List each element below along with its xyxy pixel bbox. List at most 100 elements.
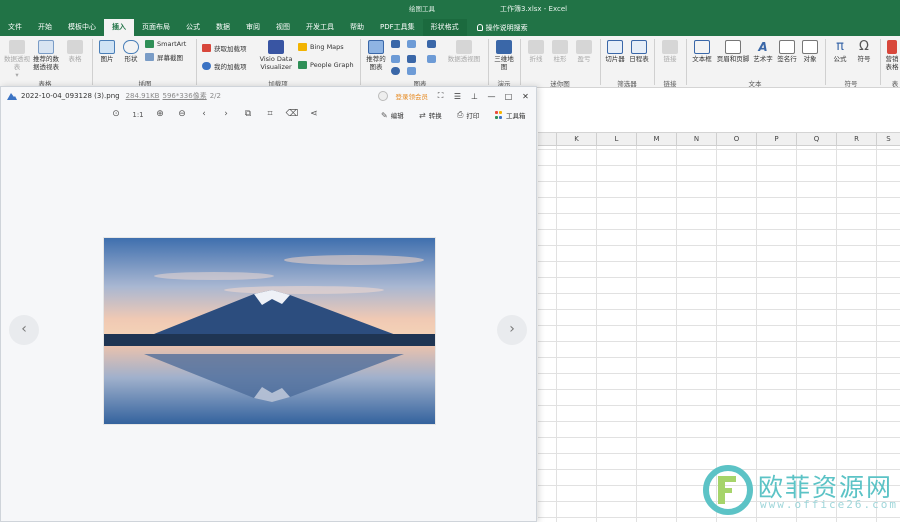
my-addins-button[interactable]: 我的加载项 <box>202 61 247 71</box>
rotate-right-icon[interactable]: › <box>219 109 233 119</box>
cloud <box>154 272 274 280</box>
statistic-chart-button[interactable] <box>404 55 418 64</box>
maximize-icon[interactable]: □ <box>504 92 513 101</box>
people-graph-button[interactable]: People Graph <box>298 61 354 69</box>
fullscreen-icon[interactable]: ⛶ <box>436 91 445 101</box>
delete-icon[interactable]: ⌫ <box>285 109 299 119</box>
column-header-q[interactable]: Q <box>796 133 836 146</box>
symbol-button[interactable]: Ω 符号 <box>854 40 874 64</box>
smartart-button[interactable]: SmartArt <box>145 40 186 48</box>
group-symbols-label: 符号 <box>844 80 858 88</box>
visio-button[interactable]: Visio Data Visualizer <box>256 40 296 71</box>
tell-me-search[interactable]: 操作说明搜索 <box>467 19 536 36</box>
bing-maps-icon <box>298 43 307 51</box>
user-avatar-icon[interactable] <box>377 91 388 101</box>
close-icon[interactable]: ✕ <box>521 92 530 101</box>
convert-button[interactable]: ⇄ 转换 <box>419 110 442 121</box>
tab-view[interactable]: 视图 <box>268 19 298 36</box>
sparkline-column-button[interactable]: 柱形 <box>550 40 570 63</box>
marketing-icon <box>887 40 897 54</box>
pin-icon[interactable]: ⊥ <box>470 92 479 101</box>
group-divider <box>880 39 881 85</box>
login-vip-link[interactable]: 登录领会员 <box>396 91 429 101</box>
actual-size-icon[interactable]: 1:1 <box>131 111 145 119</box>
column-header-r[interactable]: R <box>836 133 876 146</box>
previous-image-button[interactable]: ‹ <box>9 315 39 345</box>
equation-button[interactable]: π 公式 <box>830 40 850 64</box>
combo-chart-button[interactable] <box>424 55 438 64</box>
tab-help[interactable]: 帮助 <box>342 19 372 36</box>
timeline-button[interactable]: 日程表 <box>628 40 650 63</box>
get-addins-button[interactable]: 获取加载项 <box>202 43 247 53</box>
waterfall-chart-button[interactable] <box>424 40 438 49</box>
toolbox-button[interactable]: 工具箱 <box>495 110 526 120</box>
tab-templates[interactable]: 模板中心 <box>60 19 104 36</box>
next-image-button[interactable]: › <box>497 315 527 345</box>
column-header-s[interactable]: S <box>876 133 900 146</box>
wordart-button[interactable]: A 艺术字 <box>752 40 774 63</box>
shapes-button[interactable]: 形状 <box>120 40 142 63</box>
tab-page-layout[interactable]: 页面布局 <box>134 19 178 36</box>
watermark: 欧菲资源网 www.office26.com <box>700 462 900 518</box>
marketing-table-button[interactable]: 营销 表格 <box>884 40 900 71</box>
column-header-k[interactable]: K <box>556 133 596 146</box>
excel-title-bar: 绘图工具 工作簿3.xlsx - Excel 文件 开始 模板中心 插入 页面布… <box>0 0 900 36</box>
textbox-icon <box>694 40 710 54</box>
pivot-chart-button[interactable]: 数据透视图 <box>446 40 482 63</box>
sparkline-winloss-button[interactable]: 盈亏 <box>574 40 594 63</box>
column-header-p[interactable]: P <box>756 133 796 146</box>
tab-developer[interactable]: 开发工具 <box>298 19 342 36</box>
tab-pdf-tools[interactable]: PDF工具集 <box>372 19 423 36</box>
picture-icon <box>99 40 115 54</box>
column-header-n[interactable]: N <box>676 133 716 146</box>
column-header-o[interactable]: O <box>716 133 756 146</box>
tab-shape-format[interactable]: 形状格式 <box>422 19 467 36</box>
edit-button[interactable]: ✎ 编辑 <box>381 110 404 121</box>
table-button[interactable]: 表格 <box>64 40 86 63</box>
object-button[interactable]: 对象 <box>800 40 820 63</box>
window-title: 工作簿3.xlsx - Excel <box>500 5 568 13</box>
group-divider <box>488 39 489 85</box>
smartart-icon <box>145 40 154 48</box>
pointer-icon[interactable]: ⊙ <box>109 109 123 119</box>
pie-chart-button[interactable] <box>388 67 402 76</box>
viewer-filesize: 284.91KB <box>125 92 160 100</box>
sparkline-line-icon <box>528 40 544 54</box>
scatter-chart-button[interactable] <box>404 67 418 76</box>
slicer-button[interactable]: 切片器 <box>604 40 626 63</box>
header-footer-button[interactable]: 页眉和页脚 <box>716 40 750 63</box>
zoom-out-icon[interactable]: ⊖ <box>175 109 189 119</box>
tab-data[interactable]: 数据 <box>208 19 238 36</box>
tab-insert[interactable]: 插入 <box>104 19 134 36</box>
bing-maps-button[interactable]: Bing Maps <box>298 43 344 51</box>
column-chart-button[interactable] <box>388 40 402 49</box>
textbox-button[interactable]: 文本框 <box>690 40 714 63</box>
crop-icon[interactable]: ⌗ <box>263 109 277 119</box>
share-icon[interactable]: ⋖ <box>307 109 321 119</box>
copy-icon[interactable]: ⧉ <box>241 109 255 119</box>
tab-file[interactable]: 文件 <box>0 19 30 36</box>
line-chart-button[interactable] <box>388 55 402 64</box>
link-button[interactable]: 链接 <box>660 40 680 63</box>
screenshot-button[interactable]: 屏幕截图 <box>145 52 183 62</box>
column-header-l[interactable]: L <box>596 133 636 146</box>
zoom-in-icon[interactable]: ⊕ <box>153 109 167 119</box>
3d-map-button[interactable]: 三维地图 <box>492 40 516 71</box>
hierarchy-chart-button[interactable] <box>404 40 418 49</box>
tab-review[interactable]: 审阅 <box>238 19 268 36</box>
column-header-m[interactable]: M <box>636 133 676 146</box>
treeline <box>104 334 435 346</box>
pictures-button[interactable]: 图片 <box>96 40 118 63</box>
tab-formulas[interactable]: 公式 <box>178 19 208 36</box>
recommended-pivot-button[interactable]: 推荐的数据透视表 <box>30 40 62 71</box>
watermark-url: www.office26.com <box>760 498 898 511</box>
rotate-left-icon[interactable]: ‹ <box>197 109 211 119</box>
signature-line-button[interactable]: 签名行 <box>776 40 798 63</box>
pivot-table-button[interactable]: 数据透视表 ▾ <box>4 40 30 79</box>
recommended-charts-button[interactable]: 推荐的图表 <box>364 40 388 71</box>
print-button[interactable]: ⎙ 打印 <box>457 110 479 120</box>
minimize-icon[interactable]: — <box>487 92 496 101</box>
sparkline-line-button[interactable]: 折线 <box>526 40 546 63</box>
tab-home[interactable]: 开始 <box>30 19 60 36</box>
menu-icon[interactable]: ☰ <box>453 92 462 101</box>
